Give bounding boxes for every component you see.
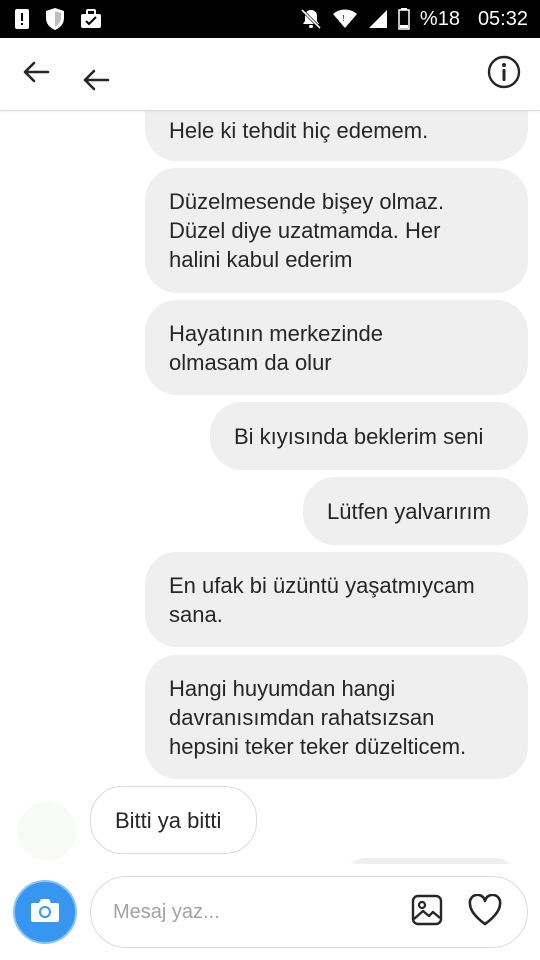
message-input[interactable] <box>111 877 395 948</box>
message-thread[interactable]: Hele ki tehdit hiç edemem. Düzelmesende … <box>0 110 540 864</box>
back-arrow-icon <box>22 60 50 89</box>
back-button[interactable] <box>18 56 54 92</box>
status-time: 05:32 <box>477 7 528 30</box>
status-right-icons: ! %18 05:32 <box>300 8 528 31</box>
message-text: Hangi huyumdan hangi davranısımdan rahat… <box>169 675 467 759</box>
message-bubble[interactable]: Lütfen yalvarırım <box>303 477 528 545</box>
svg-text:!: ! <box>342 14 344 23</box>
message-text: Hayatının merkezinde olmasam da olur <box>169 320 383 375</box>
message-text: En ufak bi üzüntü yaşatmıycam sana. <box>169 572 475 627</box>
heart-icon <box>467 893 503 931</box>
back-button-secondary[interactable] <box>78 64 114 100</box>
alert-icon <box>14 8 30 30</box>
status-bar: ! %18 05:32 <box>0 0 540 38</box>
message-input-container <box>90 876 528 948</box>
message-bubble[interactable]: Hele ki tehdit hiç edemem. <box>145 110 528 161</box>
briefcase-icon <box>80 9 102 29</box>
message-bubble[interactable]: Düzelmesende bişey olmaz. Düzel diye uza… <box>145 168 528 293</box>
chat-header <box>0 38 540 111</box>
message-text: Düzelmesende bişey olmaz. Düzel diye uza… <box>169 189 445 272</box>
message-bubble-received[interactable]: Bitti ya bitti <box>90 786 257 854</box>
gallery-icon <box>411 894 443 931</box>
status-left-icons <box>14 7 102 31</box>
info-icon <box>487 55 521 94</box>
mute-icon <box>300 8 322 30</box>
message-bubble[interactable]: Hayatının merkezinde olmasam da olur <box>145 300 528 395</box>
like-button[interactable] <box>465 892 505 932</box>
message-text: Lütfen yalvarırım <box>327 498 491 524</box>
camera-button[interactable] <box>13 880 77 944</box>
wifi-icon: ! <box>332 9 358 29</box>
message-composer <box>0 864 540 960</box>
info-button[interactable] <box>484 54 524 94</box>
message-bubble[interactable]: En ufak bi üzüntü yaşatmıycam sana. <box>145 552 528 647</box>
battery-icon <box>398 8 410 30</box>
shield-icon <box>44 7 66 31</box>
avatar[interactable] <box>18 802 76 860</box>
message-text: Bi kıyısında beklerim seni <box>234 423 484 449</box>
message-text: Hele ki tehdit hiç edemem. <box>169 118 429 143</box>
gallery-button[interactable] <box>409 894 445 930</box>
signal-icon <box>368 9 388 29</box>
message-text: Bitti ya bitti <box>115 807 222 833</box>
message-bubble[interactable]: Bi kıyısında beklerim seni <box>210 402 528 470</box>
back-arrow-icon <box>82 68 110 97</box>
message-bubble[interactable]: Hangi huyumdan hangi davranısımdan rahat… <box>145 655 528 779</box>
battery-percent: %18 <box>419 7 460 30</box>
camera-icon <box>30 897 60 928</box>
